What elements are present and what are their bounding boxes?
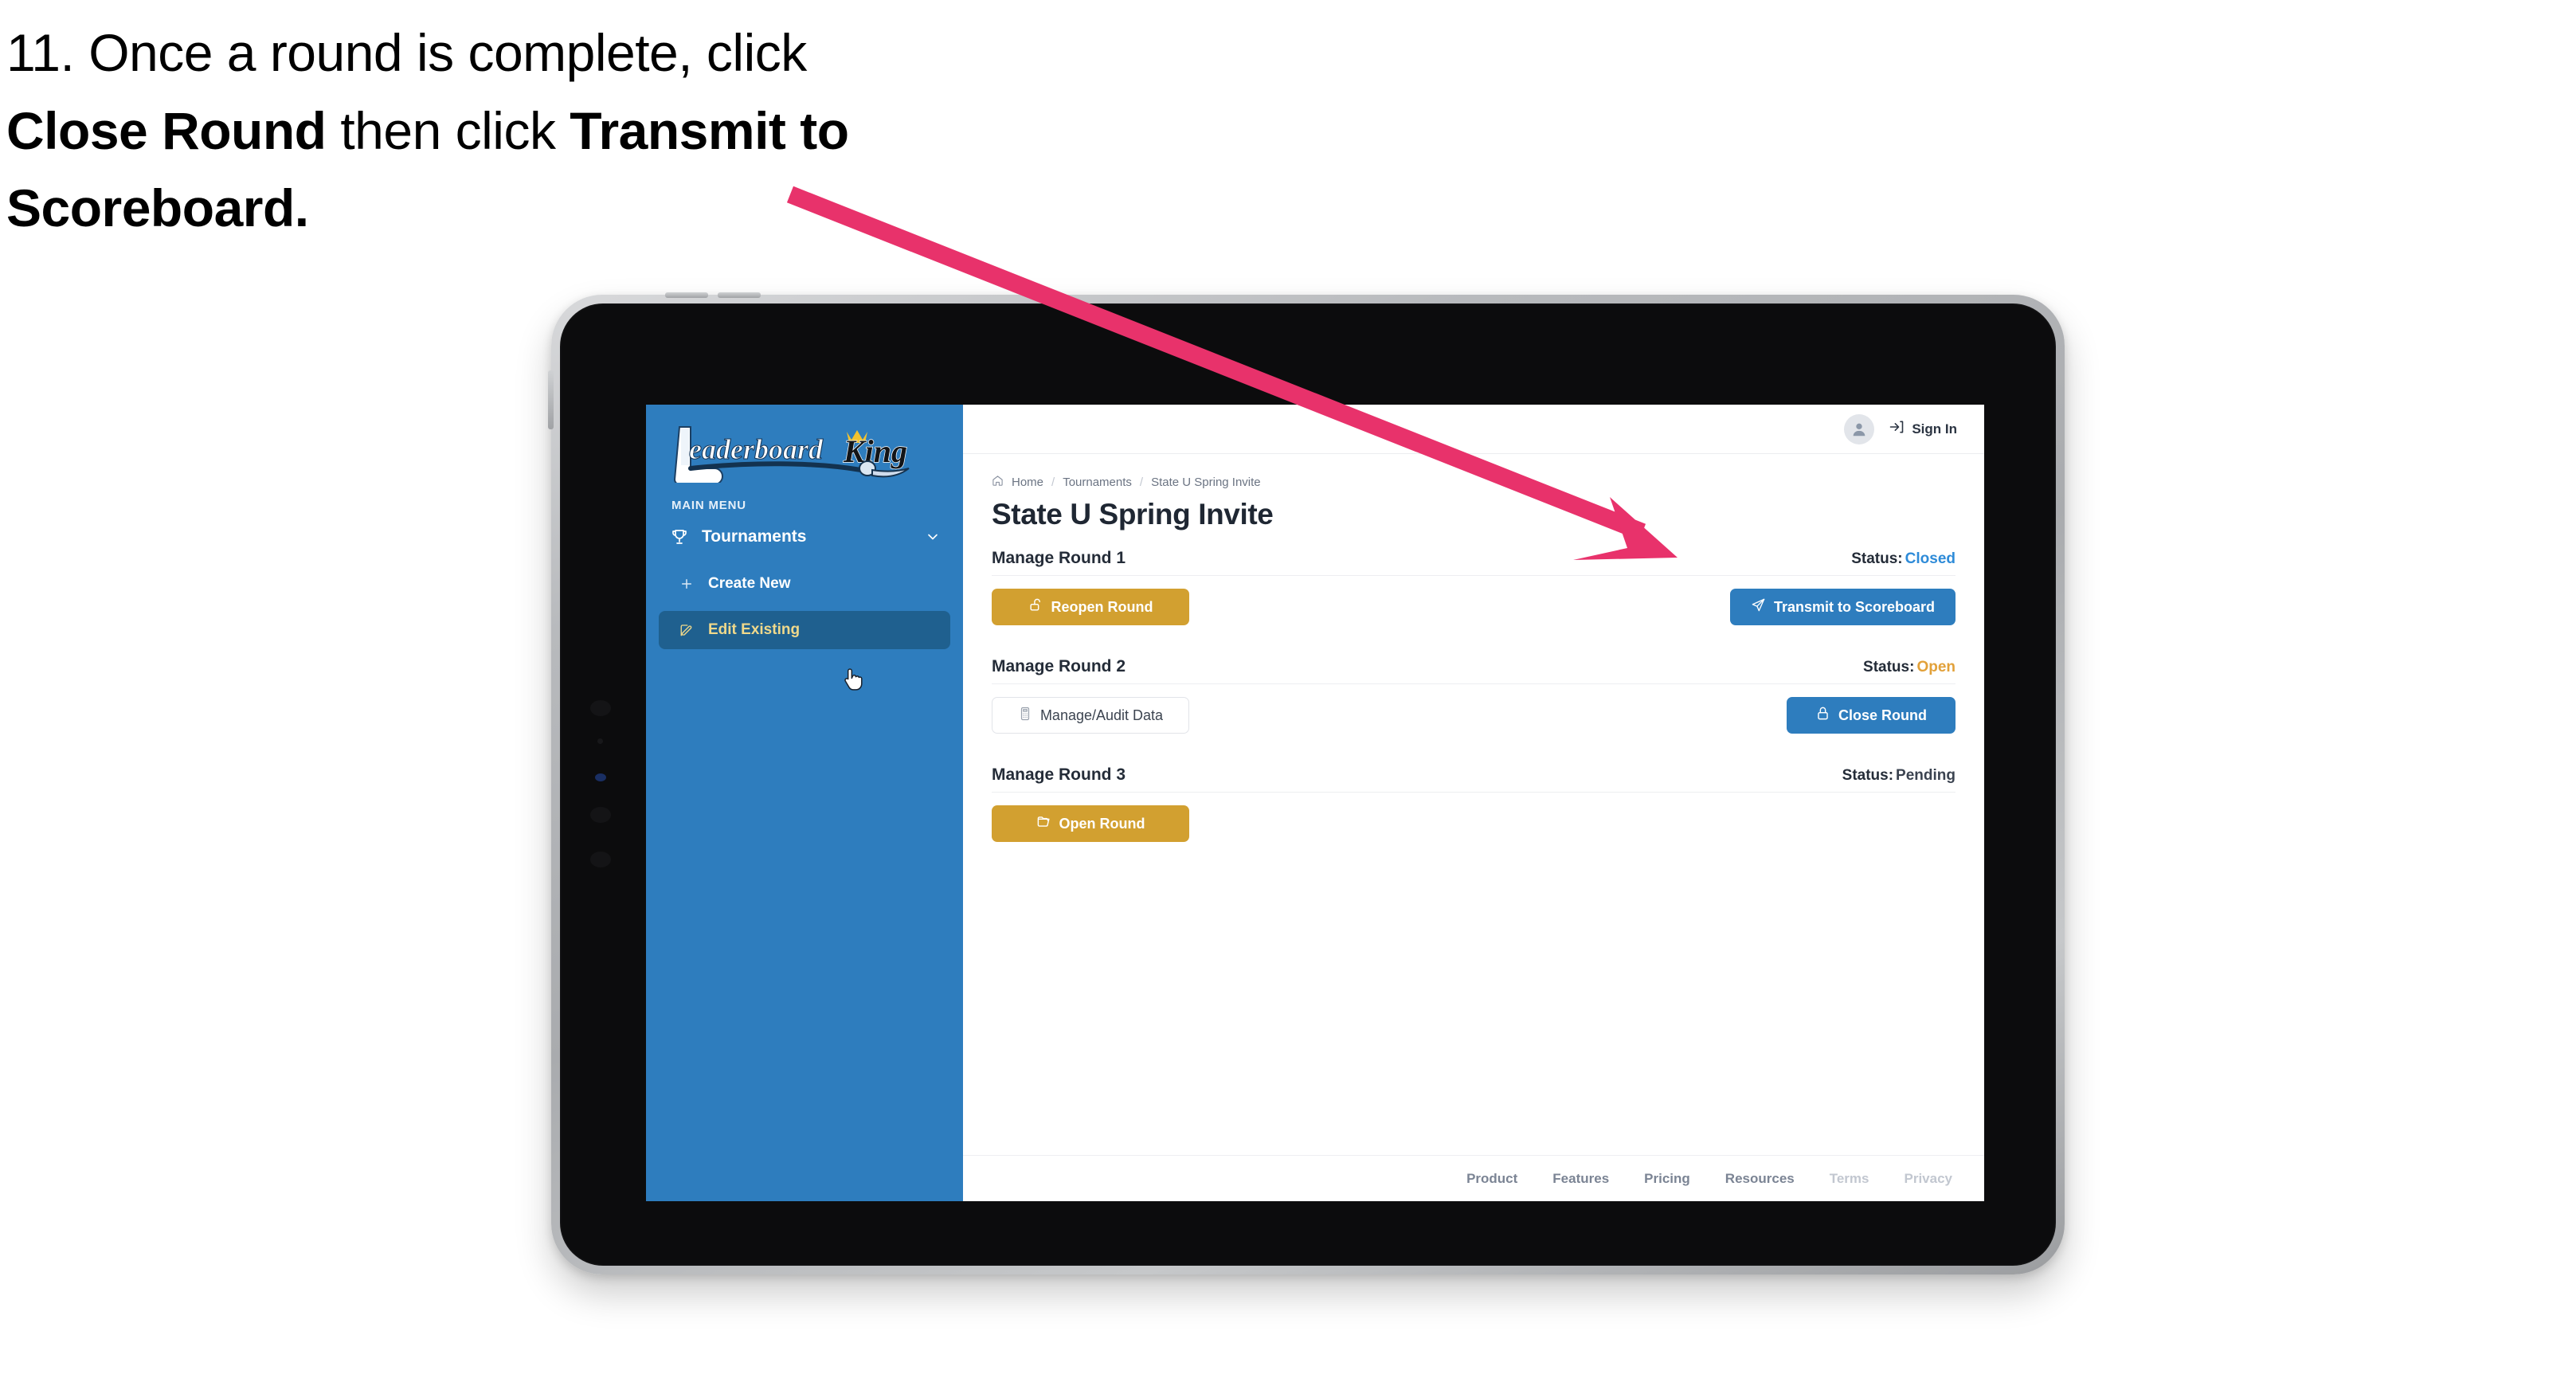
sidebar-item-create-new-label: Create New: [708, 575, 791, 592]
reopen-round-button[interactable]: Reopen Round: [992, 589, 1189, 625]
main-content: Sign In Home / Tournaments / State U Spr…: [963, 405, 1984, 1201]
sign-in-label: Sign In: [1912, 421, 1957, 437]
tablet-device-frame: eaderboard King MAIN MENU Tournaments Cr…: [548, 292, 2065, 1274]
round-header-1: Manage Round 1 Status: Closed: [992, 549, 1955, 576]
footer-links: Product Features Pricing Resources Terms…: [963, 1155, 1984, 1201]
round-block-2: Manage Round 2 Status: Open Manage/Audit…: [992, 657, 1955, 734]
home-icon[interactable]: [992, 475, 1004, 490]
footer-link-features[interactable]: Features: [1552, 1171, 1609, 1187]
top-bar: Sign In: [963, 405, 1984, 454]
round-status-3: Status: Pending: [1842, 767, 1955, 785]
sidebar: eaderboard King MAIN MENU Tournaments Cr…: [646, 405, 963, 1201]
open-round-button[interactable]: Open Round: [992, 805, 1189, 842]
sign-in-button[interactable]: Sign In: [1889, 419, 1957, 439]
footer-link-pricing[interactable]: Pricing: [1644, 1171, 1690, 1187]
footer-link-privacy[interactable]: Privacy: [1905, 1171, 1953, 1187]
breadcrumb-item-current: State U Spring Invite: [1151, 476, 1261, 489]
sidebar-section-label: MAIN MENU: [671, 499, 746, 512]
round-block-3: Manage Round 3 Status: Pending Open Roun…: [992, 765, 1955, 842]
sidebar-item-tournaments[interactable]: Tournaments: [646, 517, 963, 557]
round-status-2: Status: Open: [1863, 659, 1955, 676]
round-header-3: Manage Round 3 Status: Pending: [992, 765, 1955, 793]
bezel-sensor-dot: [597, 738, 603, 744]
breadcrumb-item-tournaments[interactable]: Tournaments: [1063, 476, 1132, 489]
sidebar-item-tournaments-label: Tournaments: [702, 527, 807, 546]
app-screen: eaderboard King MAIN MENU Tournaments Cr…: [646, 405, 1984, 1201]
instruction-caption: 11. Once a round is complete, click Clos…: [6, 14, 867, 248]
plus-icon: [679, 577, 702, 591]
round-status-value-1: Closed: [1905, 550, 1955, 567]
footer-link-product[interactable]: Product: [1466, 1171, 1517, 1187]
app-logo[interactable]: eaderboard King: [646, 405, 963, 483]
caption-text-part1: 11. Once a round is complete, click: [6, 23, 807, 82]
bezel-speaker-dot-2: [590, 807, 611, 823]
round-status-label-3: Status:: [1842, 767, 1894, 784]
pencil-square-icon: [679, 623, 702, 637]
round-name-1: Manage Round 1: [992, 549, 1126, 567]
round-block-1: Manage Round 1 Status: Closed Reopen Rou…: [992, 549, 1955, 625]
breadcrumb-item-home[interactable]: Home: [1012, 476, 1043, 489]
calculator-icon: [1018, 707, 1032, 725]
manage-audit-data-label: Manage/Audit Data: [1039, 707, 1164, 723]
svg-text:King: King: [843, 433, 907, 469]
reopen-round-label: Reopen Round: [1051, 598, 1153, 615]
round-status-label-1: Status:: [1851, 550, 1903, 567]
round-name-2: Manage Round 2: [992, 657, 1126, 675]
sidebar-item-edit-existing-label: Edit Existing: [708, 621, 801, 638]
sidebar-item-edit-existing[interactable]: Edit Existing: [659, 611, 950, 649]
footer-link-resources[interactable]: Resources: [1725, 1171, 1795, 1187]
breadcrumb-separator: /: [1051, 476, 1055, 489]
paper-plane-icon: [1751, 597, 1766, 617]
footer-link-terms[interactable]: Terms: [1830, 1171, 1869, 1187]
power-button[interactable]: [548, 370, 554, 429]
manage-audit-data-button[interactable]: Manage/Audit Data: [992, 697, 1189, 734]
breadcrumb-separator-2: /: [1139, 476, 1144, 489]
sidebar-item-create-new[interactable]: Create New: [659, 565, 950, 603]
chevron-down-icon[interactable]: [923, 529, 942, 545]
round-status-label-2: Status:: [1863, 659, 1915, 675]
round-status-1: Status: Closed: [1851, 550, 1955, 568]
close-round-button[interactable]: Close Round: [1787, 697, 1955, 734]
page-title: State U Spring Invite: [992, 498, 1274, 531]
bezel-speaker-dot-3: [590, 852, 611, 867]
transmit-to-scoreboard-button[interactable]: Transmit to Scoreboard: [1729, 589, 1955, 625]
pointing-hand-cursor: [844, 668, 864, 697]
round-name-3: Manage Round 3: [992, 765, 1126, 784]
leaderboard-king-logo-icon: eaderboard King: [673, 426, 910, 483]
trophy-icon: [670, 527, 694, 546]
open-round-label: Open Round: [1059, 815, 1145, 832]
bezel-speaker-dot: [590, 700, 611, 716]
round-status-value-3: Pending: [1896, 767, 1955, 784]
caption-bold-close-round: Close Round: [6, 100, 327, 160]
round-actions-3: Open Round: [992, 805, 1955, 842]
bezel-indicator-led: [595, 773, 606, 781]
volume-up-button[interactable]: [665, 292, 708, 298]
volume-down-button[interactable]: [718, 292, 761, 298]
lock-icon: [1815, 706, 1830, 725]
avatar[interactable]: [1844, 413, 1875, 444]
round-header-2: Manage Round 2 Status: Open: [992, 657, 1955, 684]
transmit-to-scoreboard-label: Transmit to Scoreboard: [1773, 598, 1935, 615]
user-avatar-icon: [1853, 423, 1865, 436]
unlock-icon: [1028, 597, 1043, 617]
svg-text:eaderboard: eaderboard: [689, 433, 824, 465]
round-status-value-2: Open: [1916, 659, 1955, 675]
close-round-label: Close Round: [1838, 707, 1927, 723]
round-actions-2: Manage/Audit Data Close Round: [992, 697, 1955, 734]
breadcrumb: Home / Tournaments / State U Spring Invi…: [992, 475, 1955, 490]
round-actions-1: Reopen Round Transmit to Scoreboard: [992, 589, 1955, 625]
login-arrow-icon: [1889, 419, 1905, 439]
caption-text-part2: then click: [326, 100, 570, 160]
tablet-bezel: eaderboard King MAIN MENU Tournaments Cr…: [548, 292, 2056, 1266]
page-content: Home / Tournaments / State U Spring Invi…: [963, 454, 1984, 1155]
open-folder-icon: [1036, 814, 1051, 833]
